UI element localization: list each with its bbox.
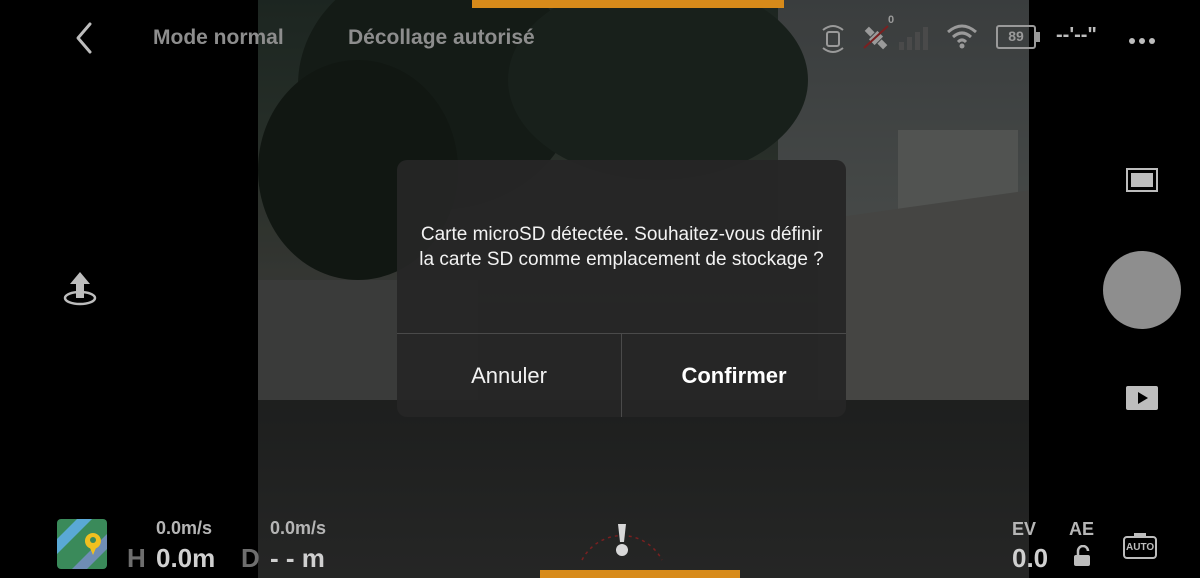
height-label: H [127,543,146,573]
drone-heading-icon [560,498,684,573]
height-value: 0.0m [156,543,216,573]
takeoff-icon[interactable] [62,270,98,313]
confirm-button[interactable]: Confirmer [622,334,846,417]
aspect-ratio-icon[interactable] [1126,168,1158,197]
battery-percent: 89 [1008,28,1024,44]
dialog-message: Carte microSD détectée. Souhaitez-vous d… [419,224,824,270]
gimbal-indicator-top [472,0,784,8]
ae-lock-icon[interactable] [1073,544,1091,572]
cancel-button[interactable]: Annuler [397,334,621,417]
wifi-icon[interactable] [946,22,978,55]
more-icon[interactable] [1128,32,1156,50]
camera-settings-icon[interactable]: AUTO [1122,532,1158,560]
ae-label: AE [1069,519,1095,539]
camera-mode-label: AUTO [1126,542,1155,553]
distance-label: D [241,543,260,573]
ev-label: EV [1012,519,1037,539]
obstacle-sensing-icon[interactable] [818,22,848,59]
shutter-button[interactable] [1103,251,1181,329]
distance-value: - - m [270,543,325,573]
signal-bars-icon[interactable] [898,24,934,55]
flight-mode[interactable]: Mode normal [153,26,284,50]
satellite-count: 0 [888,14,895,26]
map-icon[interactable] [57,519,107,569]
takeoff-status[interactable]: Décollage autorisé [348,26,535,50]
storage-dialog: Carte microSD détectée. Souhaitez-vous d… [397,160,846,417]
ev-value[interactable]: 0.0 [1012,543,1048,574]
back-icon[interactable] [70,20,100,56]
flight-time: --'--" [1056,24,1097,46]
playback-icon[interactable] [1126,386,1158,415]
vertical-speed: 0.0m/s [270,518,327,538]
battery-icon[interactable]: 89 [996,25,1040,49]
horizontal-speed: 0.0m/s [156,518,213,538]
